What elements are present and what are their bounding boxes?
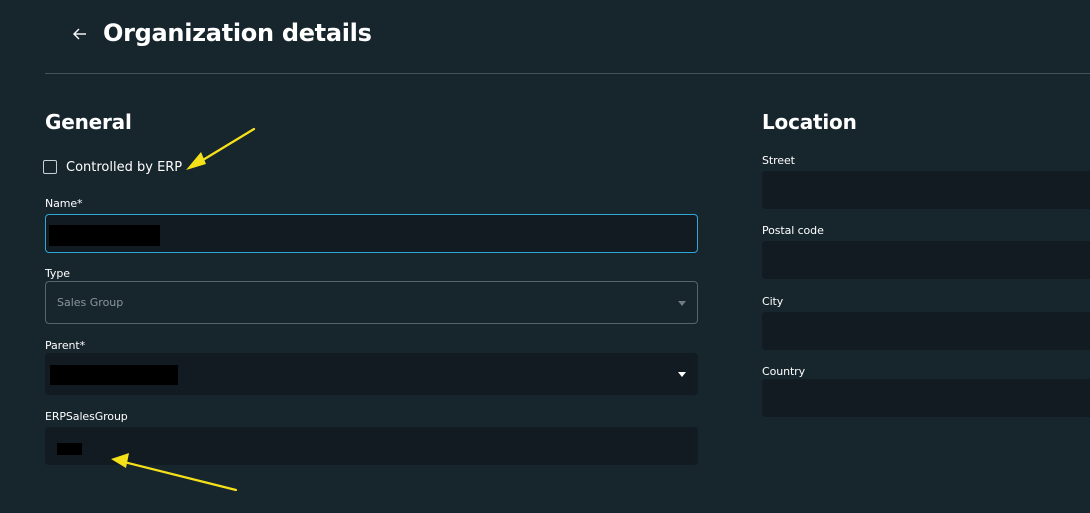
erp-sales-group-label: ERPSalesGroup — [45, 410, 128, 423]
postal-code-input[interactable] — [762, 241, 1090, 279]
name-value-redaction — [49, 225, 160, 246]
annotation-arrow-erp-checkbox — [186, 127, 256, 170]
parent-value-redaction — [50, 365, 178, 385]
controlled-by-erp-checkbox-row[interactable]: Controlled by ERP — [43, 158, 182, 176]
country-input[interactable] — [762, 379, 1090, 417]
parent-chevron-down-icon — [678, 372, 686, 377]
location-section-title: Location — [762, 110, 857, 134]
country-label: Country — [762, 365, 805, 378]
city-label: City — [762, 295, 784, 308]
general-section-title: General — [45, 110, 132, 134]
type-chevron-down-icon — [678, 301, 686, 306]
page-header: Organization details — [0, 0, 1090, 73]
type-select[interactable]: Sales Group — [45, 281, 698, 324]
street-label: Street — [762, 154, 795, 167]
header-divider — [45, 73, 1090, 74]
name-input[interactable] — [45, 214, 698, 253]
name-label: Name* — [45, 197, 83, 210]
controlled-by-erp-checkbox[interactable] — [43, 160, 57, 174]
postal-code-label: Postal code — [762, 224, 824, 237]
type-label: Type — [45, 267, 70, 280]
back-button[interactable] — [70, 24, 90, 44]
city-input[interactable] — [762, 312, 1090, 350]
organization-details-page: Organization details General Controlled … — [0, 0, 1090, 513]
erp-sales-group-value-redaction — [57, 443, 82, 455]
type-selected-value: Sales Group — [57, 296, 124, 309]
erp-sales-group-input[interactable] — [45, 427, 698, 465]
page-title: Organization details — [103, 19, 372, 47]
arrow-left-icon — [73, 28, 86, 40]
street-input[interactable] — [762, 171, 1090, 209]
controlled-by-erp-label: Controlled by ERP — [66, 159, 183, 175]
parent-label: Parent* — [45, 339, 86, 352]
parent-select[interactable] — [45, 353, 698, 395]
